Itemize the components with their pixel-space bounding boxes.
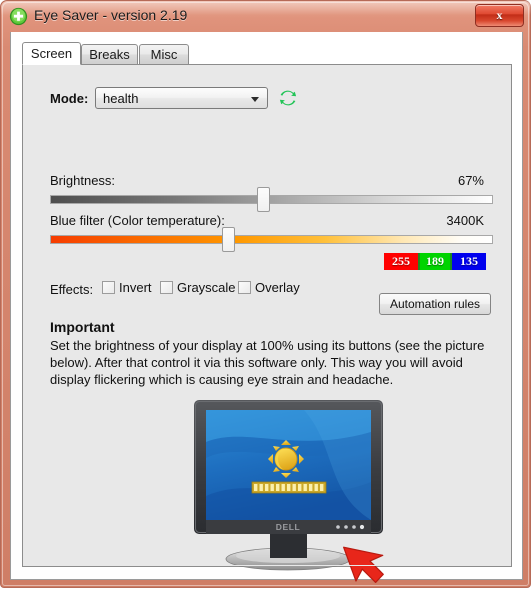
blue-filter-value: 3400K (446, 213, 484, 228)
checkbox-invert[interactable]: Invert (102, 280, 152, 295)
checkbox-overlay[interactable]: Overlay (238, 280, 300, 295)
checkbox-invert-box[interactable] (102, 281, 115, 294)
panel-bottom-fill (23, 565, 511, 566)
checkbox-overlay-label: Overlay (255, 280, 300, 295)
rgb-readout: 255 189 135 (384, 253, 486, 270)
mode-label: Mode: (50, 91, 89, 106)
tab-misc[interactable]: Misc (139, 44, 189, 65)
client-area: Screen Breaks Misc Mode: health Brightne… (10, 32, 523, 584)
tab-misc-label: Misc (150, 47, 178, 62)
checkbox-grayscale-box[interactable] (160, 281, 173, 294)
tab-breaks-label: Breaks (89, 47, 130, 62)
blue-filter-label: Blue filter (Color temperature): (50, 213, 225, 228)
effects-label: Effects: (50, 282, 94, 297)
brightness-value: 67% (457, 173, 484, 188)
green-shield-plus-icon (9, 7, 28, 26)
monitor-brand-label: DELL (276, 522, 301, 532)
important-heading: Important (50, 319, 115, 335)
rgb-red-value: 255 (384, 253, 418, 270)
title-bar: Eye Saver - version 2.19 x (1, 1, 531, 32)
checkbox-overlay-box[interactable] (238, 281, 251, 294)
close-button[interactable]: x (475, 4, 524, 27)
brightness-label: Brightness: (50, 173, 116, 188)
application-window: Eye Saver - version 2.19 x Screen Breaks… (0, 0, 531, 588)
refresh-button[interactable] (277, 87, 299, 109)
automation-rules-button[interactable]: Automation rules (379, 293, 491, 315)
brightness-slider-thumb[interactable] (257, 187, 270, 212)
screen-tab-panel: Mode: health Brightness: 67% Blue filter… (22, 64, 512, 584)
tab-screen[interactable]: Screen (22, 42, 81, 65)
rgb-green-value: 189 (418, 253, 452, 270)
mode-selected-value: health (103, 91, 139, 106)
rgb-blue-value: 135 (452, 253, 486, 270)
checkbox-grayscale-label: Grayscale (177, 280, 236, 295)
checkbox-grayscale[interactable]: Grayscale (160, 280, 236, 295)
refresh-arrows-icon (279, 90, 297, 106)
tab-screen-label: Screen (30, 46, 73, 61)
chevron-down-icon (251, 97, 259, 102)
close-icon: x (496, 8, 503, 22)
window-title: Eye Saver - version 2.19 (34, 7, 188, 23)
checkbox-invert-label: Invert (119, 280, 152, 295)
important-body-text: Set the brightness of your display at 10… (50, 338, 485, 387)
brightness-slider-track[interactable] (50, 195, 493, 204)
mode-select[interactable]: health (95, 87, 268, 109)
blue-filter-slider-thumb[interactable] (222, 227, 235, 252)
tab-breaks[interactable]: Breaks (81, 44, 138, 65)
blue-filter-slider-track[interactable] (50, 235, 493, 244)
